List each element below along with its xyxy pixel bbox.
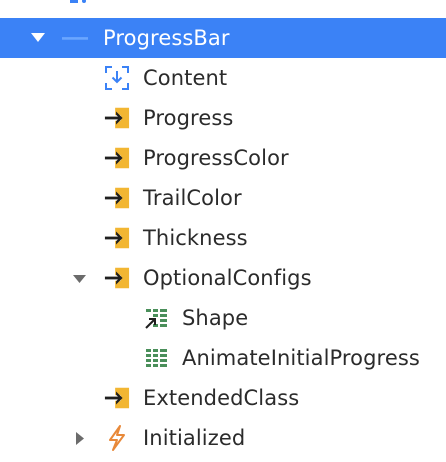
placeholder-download-icon bbox=[104, 65, 130, 91]
tree-item-trailcolor[interactable]: TrailColor bbox=[0, 178, 446, 218]
triangle-down-icon bbox=[72, 274, 86, 283]
tree-item-progressbar[interactable]: ProgressBar bbox=[0, 18, 446, 58]
structure-attribute-link-icon bbox=[144, 305, 170, 331]
triangle-down-icon bbox=[31, 33, 45, 42]
tree-item-label: ProgressBar bbox=[103, 26, 230, 50]
tree-item-label: TrailColor bbox=[143, 186, 242, 210]
expand-toggle[interactable] bbox=[72, 430, 88, 446]
input-property-icon bbox=[104, 385, 130, 411]
tree-item-content[interactable]: Content bbox=[0, 58, 446, 98]
tree-item-initialized[interactable]: Initialized bbox=[0, 418, 446, 458]
partial-tree-row bbox=[70, 0, 86, 3]
tree-item-thickness[interactable]: Thickness bbox=[0, 218, 446, 258]
input-property-icon bbox=[104, 225, 130, 251]
tree-item-optionalconfigs[interactable]: OptionalConfigs bbox=[0, 258, 446, 298]
widget-tree: ProgressBar Content Progress ProgressCol… bbox=[0, 0, 446, 462]
input-property-icon bbox=[104, 105, 130, 131]
input-property-icon bbox=[104, 185, 130, 211]
tree-item-label: OptionalConfigs bbox=[143, 266, 312, 290]
tree-item-shape[interactable]: Shape bbox=[0, 298, 446, 338]
tree-item-progress[interactable]: Progress bbox=[0, 98, 446, 138]
tree-item-label: ProgressColor bbox=[143, 146, 289, 170]
input-property-icon bbox=[104, 145, 130, 171]
expand-toggle[interactable] bbox=[30, 30, 46, 46]
tree-item-progresscolor[interactable]: ProgressColor bbox=[0, 138, 446, 178]
tree-item-label: ExtendedClass bbox=[143, 386, 300, 410]
lightning-bolt-icon bbox=[104, 425, 130, 451]
tree-item-extendedclass[interactable]: ExtendedClass bbox=[0, 378, 446, 418]
tree-item-animateinitialprogress[interactable]: AnimateInitialProgress bbox=[0, 338, 446, 378]
tree-item-label: Thickness bbox=[143, 226, 248, 250]
tree-item-label: Content bbox=[143, 66, 228, 90]
tree-item-label: Shape bbox=[182, 306, 249, 330]
tree-item-label: Initialized bbox=[143, 426, 246, 450]
tree-item-label: AnimateInitialProgress bbox=[182, 346, 420, 370]
triangle-right-icon bbox=[75, 431, 84, 445]
tree-item-label: Progress bbox=[143, 106, 234, 130]
component-icon bbox=[62, 25, 88, 51]
expand-toggle[interactable] bbox=[71, 271, 87, 287]
structure-attribute-icon bbox=[144, 345, 170, 371]
input-property-icon bbox=[104, 265, 130, 291]
